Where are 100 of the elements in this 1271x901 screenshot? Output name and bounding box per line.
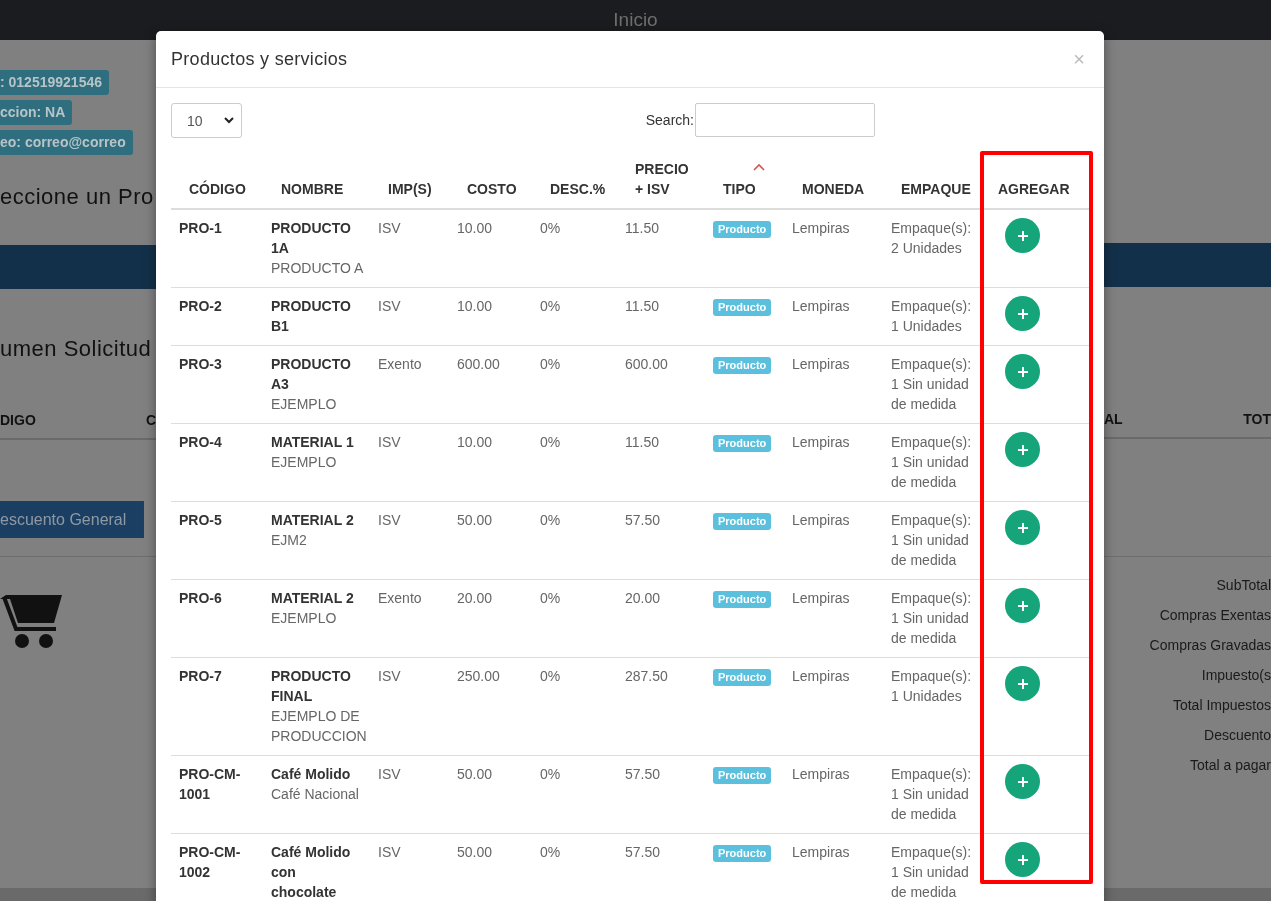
add-button[interactable]: [1005, 588, 1040, 623]
table-cell: 0%: [532, 657, 617, 756]
add-button[interactable]: [1005, 432, 1040, 467]
product-code: PRO-6: [171, 579, 263, 658]
table-cell: 10.00: [449, 287, 532, 346]
table-cell: ISV: [370, 287, 449, 346]
product-description: Café Nacional: [271, 785, 360, 804]
table-cell: 0%: [532, 209, 617, 288]
table-cell: 0%: [532, 501, 617, 580]
table-cell: 0%: [532, 345, 617, 424]
table-cell: 50.00: [449, 755, 532, 834]
column-header: TOT: [1243, 411, 1271, 428]
table-cell: 600.00: [449, 345, 532, 424]
column-header[interactable]: DESC.%: [550, 181, 606, 197]
info-badge: ccion: NA: [0, 100, 73, 125]
column-header[interactable]: MONEDA: [802, 181, 865, 197]
product-code: PRO-1: [171, 209, 263, 288]
add-button[interactable]: [1005, 764, 1040, 799]
table-cell: ISV: [370, 833, 449, 901]
summary-label: SubTotal: [1216, 576, 1271, 595]
table-cell: 250.00: [449, 657, 532, 756]
search-field[interactable]: [695, 103, 875, 137]
plus-icon: [1016, 599, 1029, 612]
table-cell: 20.00: [449, 579, 532, 658]
table-cell: 0%: [532, 287, 617, 346]
column-header[interactable]: NOMBRE: [281, 181, 344, 197]
summary-label: Descuento: [1204, 726, 1271, 745]
summary-label: Compras Gravadas: [1149, 636, 1271, 655]
table-cell: 57.50: [617, 755, 705, 834]
info-badge: eo: correo@correo: [0, 130, 133, 155]
table-cell: Lempiras: [784, 209, 883, 288]
table-cell: Lempiras: [784, 755, 883, 834]
product-name: MATERIAL 2: [271, 511, 355, 530]
table-cell: 0%: [532, 423, 617, 502]
column-header[interactable]: COSTO: [467, 181, 517, 197]
column-header[interactable]: PRECIO + ISV: [635, 159, 691, 199]
column-header[interactable]: TIPO: [723, 181, 756, 197]
table-cell: Lempiras: [784, 287, 883, 346]
table-cell: 0%: [532, 579, 617, 658]
column-header: AL: [1104, 411, 1123, 428]
product-description: EJM2: [271, 531, 308, 550]
table-cell: ISV: [370, 501, 449, 580]
column-header[interactable]: AGREGAR: [998, 181, 1070, 197]
product-name: MATERIAL 2: [271, 589, 355, 608]
info-badge: : 012519921546: [0, 70, 109, 95]
table-cell: 57.50: [617, 833, 705, 901]
product-description: EJEMPLO: [271, 453, 338, 472]
type-badge: Producto: [713, 221, 772, 238]
table-cell: 50.00: [449, 501, 532, 580]
page-length-select[interactable]: 10: [171, 103, 242, 138]
type-badge: Producto: [713, 669, 772, 686]
table-cell: 287.50: [617, 657, 705, 756]
add-button[interactable]: [1005, 666, 1040, 701]
add-button[interactable]: [1005, 296, 1040, 331]
table-cell: ISV: [370, 755, 449, 834]
add-button[interactable]: [1005, 842, 1040, 877]
summary-label: Total a pagar: [1190, 756, 1271, 775]
search-label: Search:: [645, 112, 694, 128]
table-cell: 11.50: [617, 287, 705, 346]
add-button[interactable]: [1005, 354, 1040, 389]
product-name: Café Molido: [271, 765, 352, 784]
table-cell: 50.00: [449, 833, 532, 901]
table-cell: Lempiras: [784, 501, 883, 580]
summary-label: Impuesto(s: [1201, 666, 1271, 685]
type-badge: Producto: [713, 767, 772, 784]
table-cell: Empaque(s): 1 Sin unidad de medida: [883, 501, 980, 580]
table-cell: Empaque(s): 1 Unidades: [883, 287, 980, 346]
table-cell: ISV: [370, 209, 449, 288]
product-code: PRO-3: [171, 345, 263, 424]
table-cell: ISV: [370, 423, 449, 502]
column-header: DIGO: [0, 412, 36, 429]
product-description: EJEMPLO: [271, 395, 338, 414]
table-cell: Empaque(s): 1 Sin unidad de medida: [883, 423, 980, 502]
table-cell: Lempiras: [784, 423, 883, 502]
table-cell: Lempiras: [784, 345, 883, 424]
add-button[interactable]: [1005, 510, 1040, 545]
table-cell: Empaque(s): 1 Sin unidad de medida: [883, 833, 980, 901]
table-cell: 0%: [532, 755, 617, 834]
table-cell: 10.00: [449, 209, 532, 288]
table-cell: 57.50: [617, 501, 705, 580]
modal-title: Productos y servicios: [171, 48, 348, 70]
type-badge: Producto: [713, 435, 772, 452]
table-cell: Exento: [370, 345, 449, 424]
product-code: PRO-4: [171, 423, 263, 502]
table-cell: Empaque(s): 1 Sin unidad de medida: [883, 579, 980, 658]
column-header[interactable]: EMPAQUE: [901, 181, 971, 197]
product-name: Café Molido con chocolate: [271, 843, 352, 901]
type-badge: Producto: [713, 591, 772, 608]
column-header[interactable]: CÓDIGO: [189, 181, 246, 197]
chevron-down-icon: [224, 117, 234, 124]
discount-button[interactable]: escuento General: [0, 501, 144, 538]
product-description: PRODUCTO A: [271, 259, 364, 278]
column-header[interactable]: IMP(S): [388, 181, 432, 197]
table-cell: Empaque(s): 1 Sin unidad de medida: [883, 345, 980, 424]
table-cell: 0%: [532, 833, 617, 901]
table-cell: ISV: [370, 657, 449, 756]
type-badge: Producto: [713, 357, 772, 374]
add-button[interactable]: [1005, 218, 1040, 253]
plus-icon: [1016, 307, 1029, 320]
table-cell: Lempiras: [784, 833, 883, 901]
